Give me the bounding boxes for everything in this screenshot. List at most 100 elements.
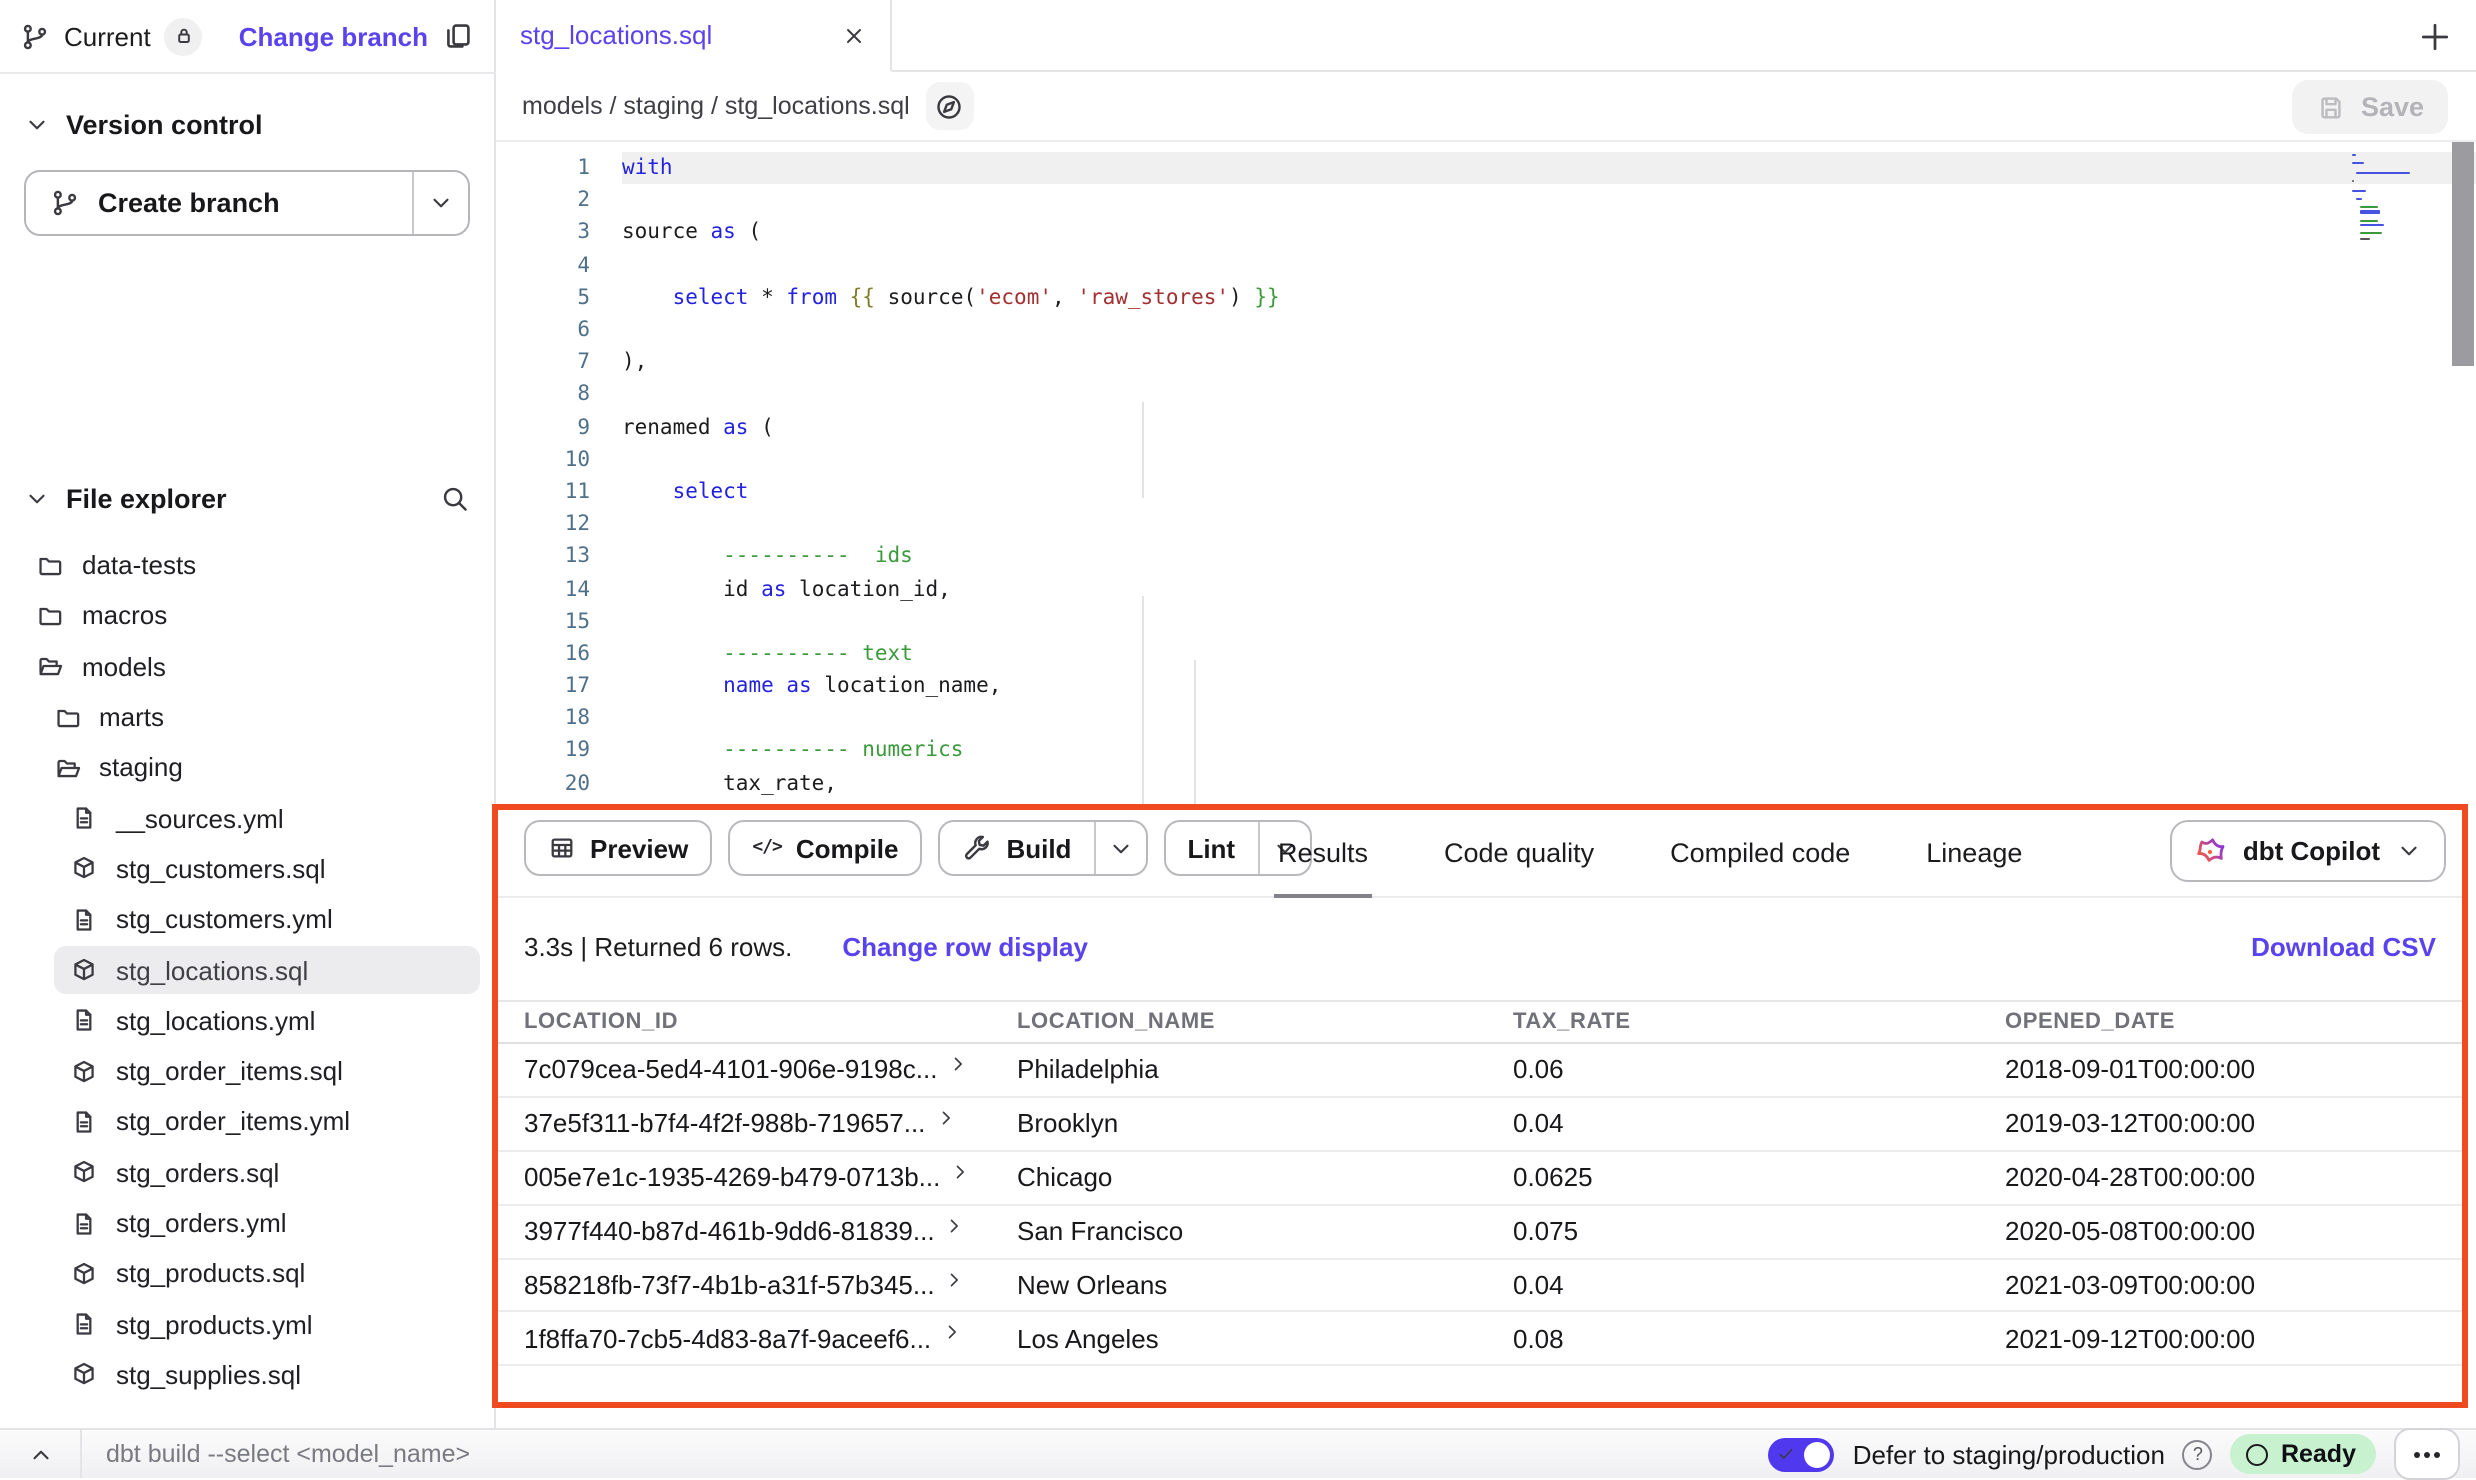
folder-icon bbox=[36, 551, 64, 579]
file-tree-item-macros[interactable]: macros bbox=[0, 591, 494, 642]
file-tree-item-staging[interactable]: staging bbox=[0, 742, 494, 793]
expand-row-icon[interactable] bbox=[950, 1162, 970, 1181]
file-tree-item-stg-orders-yml[interactable]: stg_orders.yml bbox=[0, 1198, 494, 1249]
wrench-icon bbox=[962, 833, 992, 863]
table-row-3[interactable]: 005e7e1c-1935-4269-b479-0713b...Chicago0… bbox=[498, 1152, 2462, 1206]
code-editor[interactable]: 1with23source as (45 select * from {{ so… bbox=[498, 142, 2476, 806]
expand-row-icon[interactable] bbox=[947, 1055, 967, 1074]
table-row-6[interactable]: 1f8ffa70-7cb5-4d83-8a7f-9aceef6...Los An… bbox=[498, 1313, 2462, 1367]
download-csv-link[interactable]: Download CSV bbox=[2251, 931, 2436, 961]
new-tab-button[interactable] bbox=[2412, 14, 2456, 58]
compile-button[interactable]: </> Compile bbox=[728, 820, 922, 876]
code-line-19[interactable]: 19 ---------- numerics bbox=[498, 735, 2476, 767]
line-number: 13 bbox=[498, 545, 622, 569]
file-tree-item-stg-supplies-sql[interactable]: stg_supplies.sql bbox=[0, 1350, 494, 1401]
line-number: 16 bbox=[498, 642, 622, 666]
check-icon bbox=[1777, 1444, 1797, 1464]
help-icon[interactable] bbox=[2183, 1439, 2213, 1469]
tab-stg-locations-sql[interactable]: stg_locations.sql bbox=[496, 0, 892, 72]
code-line-14[interactable]: 14 id as location_id, bbox=[498, 573, 2476, 605]
create-branch-button[interactable]: Create branch bbox=[24, 170, 470, 236]
command-input[interactable]: dbt build --select <model_name> bbox=[106, 1440, 1769, 1468]
cell-tax-rate: 0.0625 bbox=[1487, 1162, 1979, 1192]
file-tree-item-stg-products-yml[interactable]: stg_products.yml bbox=[0, 1299, 494, 1350]
editor-scrollbar[interactable] bbox=[2452, 142, 2474, 366]
code-line-4[interactable]: 4 bbox=[498, 249, 2476, 281]
save-label: Save bbox=[2361, 92, 2424, 122]
file-tree-item-stg-order-items-yml[interactable]: stg_order_items.yml bbox=[0, 1097, 494, 1148]
create-branch-dropdown[interactable] bbox=[412, 172, 468, 234]
breadcrumb: models / staging / stg_locations.sql bbox=[522, 92, 910, 120]
tab-compiled-code[interactable]: Compiled code bbox=[1666, 810, 1854, 896]
code-line-5[interactable]: 5 select * from {{ source('ecom', 'raw_s… bbox=[498, 282, 2476, 314]
code-line-18[interactable]: 18 bbox=[498, 702, 2476, 734]
file-tree-item-data-tests[interactable]: data-tests bbox=[0, 540, 494, 591]
file-tree-item-stg-locations-yml[interactable]: stg_locations.yml bbox=[0, 995, 494, 1046]
code-line-3[interactable]: 3source as ( bbox=[498, 217, 2476, 249]
table-row-1[interactable]: 7c079cea-5ed4-4101-906e-9198c...Philadel… bbox=[498, 1044, 2462, 1098]
expand-row-icon[interactable] bbox=[945, 1270, 965, 1289]
code-line-15[interactable]: 15 bbox=[498, 605, 2476, 637]
file-tree-item-stg-orders-sql[interactable]: stg_orders.sql bbox=[0, 1147, 494, 1198]
file-tree-item-marts[interactable]: marts bbox=[0, 692, 494, 743]
model-icon bbox=[70, 956, 98, 984]
code-line-2[interactable]: 2 bbox=[498, 184, 2476, 216]
tab-lineage[interactable]: Lineage bbox=[1922, 810, 2026, 896]
file-tree-item-stg-products-sql[interactable]: stg_products.sql bbox=[0, 1248, 494, 1299]
code-line-6[interactable]: 6 bbox=[498, 314, 2476, 346]
create-branch-main[interactable]: Create branch bbox=[26, 172, 412, 234]
status-badge-ready: Ready bbox=[2231, 1434, 2376, 1474]
code-line-20[interactable]: 20 tax_rate, bbox=[498, 767, 2476, 799]
chevron-up-icon bbox=[27, 1441, 53, 1467]
code-minimap[interactable] bbox=[2352, 154, 2424, 242]
file-explorer-title: File explorer bbox=[66, 483, 227, 513]
tab-results[interactable]: Results bbox=[1274, 810, 1372, 896]
code-line-7[interactable]: 7), bbox=[498, 346, 2476, 378]
compile-label: Compile bbox=[796, 833, 899, 863]
code-line-9[interactable]: 9renamed as ( bbox=[498, 411, 2476, 443]
table-row-4[interactable]: 3977f440-b87d-461b-9dd6-81839...San Fran… bbox=[498, 1205, 2462, 1259]
collapse-command-bar-button[interactable] bbox=[0, 1441, 80, 1467]
search-icon[interactable] bbox=[440, 483, 470, 513]
change-row-display-link[interactable]: Change row display bbox=[842, 931, 1088, 961]
code-line-16[interactable]: 16 ---------- text bbox=[498, 638, 2476, 670]
code-line-8[interactable]: 8 bbox=[498, 379, 2476, 411]
code-line-13[interactable]: 13 ---------- ids bbox=[498, 541, 2476, 573]
close-icon[interactable] bbox=[842, 23, 866, 47]
code-line-11[interactable]: 11 select bbox=[498, 476, 2476, 508]
version-control-header[interactable]: Version control bbox=[0, 94, 494, 154]
expand-row-icon[interactable] bbox=[945, 1216, 965, 1235]
change-branch-link[interactable]: Change branch bbox=[239, 21, 428, 51]
dbt-copilot-button[interactable]: dbt Copilot bbox=[2171, 820, 2446, 882]
build-dropdown[interactable] bbox=[1093, 822, 1145, 874]
lineage-compass-button[interactable] bbox=[926, 82, 974, 130]
code-line-17[interactable]: 17 name as location_name, bbox=[498, 670, 2476, 702]
file-explorer-header[interactable]: File explorer bbox=[0, 468, 494, 528]
file-tree-item-stg-order-items-sql[interactable]: stg_order_items.sql bbox=[0, 1046, 494, 1097]
expand-row-icon[interactable] bbox=[935, 1109, 955, 1128]
file-label: models bbox=[82, 651, 166, 681]
preview-button[interactable]: Preview bbox=[524, 820, 712, 876]
tab-code-quality[interactable]: Code quality bbox=[1440, 810, 1598, 896]
copy-icon[interactable] bbox=[442, 20, 474, 52]
code-line-12[interactable]: 12 bbox=[498, 508, 2476, 540]
file-tree-item-stg-customers-yml[interactable]: stg_customers.yml bbox=[0, 894, 494, 945]
file-tree-item-stg-locations-sql[interactable]: stg_locations.sql bbox=[0, 945, 494, 996]
lock-icon bbox=[172, 24, 196, 48]
table-row-5[interactable]: 858218fb-73f7-4b1b-a31f-57b345...New Orl… bbox=[498, 1259, 2462, 1313]
expand-row-icon[interactable] bbox=[941, 1324, 961, 1343]
save-button[interactable]: Save bbox=[2293, 80, 2448, 134]
more-options-button[interactable] bbox=[2394, 1428, 2460, 1480]
build-button[interactable]: Build bbox=[938, 820, 1147, 876]
file-tree-item--sources-yml[interactable]: __sources.yml bbox=[0, 793, 494, 844]
file-tree-item-models[interactable]: models bbox=[0, 641, 494, 692]
code-line-10[interactable]: 10 bbox=[498, 443, 2476, 475]
defer-toggle[interactable] bbox=[1769, 1437, 1835, 1471]
code-line-1[interactable]: 1with bbox=[498, 152, 2476, 184]
dbt-ide-window: Current Change branch Version control Cr… bbox=[0, 0, 2476, 1478]
code-text: ---------- ids bbox=[622, 541, 2476, 573]
current-branch-label: Current bbox=[64, 21, 151, 51]
table-row-2[interactable]: 37e5f311-b7f4-4f2f-988b-719657...Brookly… bbox=[498, 1098, 2462, 1152]
file-tree-item-stg-customers-sql[interactable]: stg_customers.sql bbox=[0, 844, 494, 895]
code-text bbox=[622, 443, 2476, 475]
